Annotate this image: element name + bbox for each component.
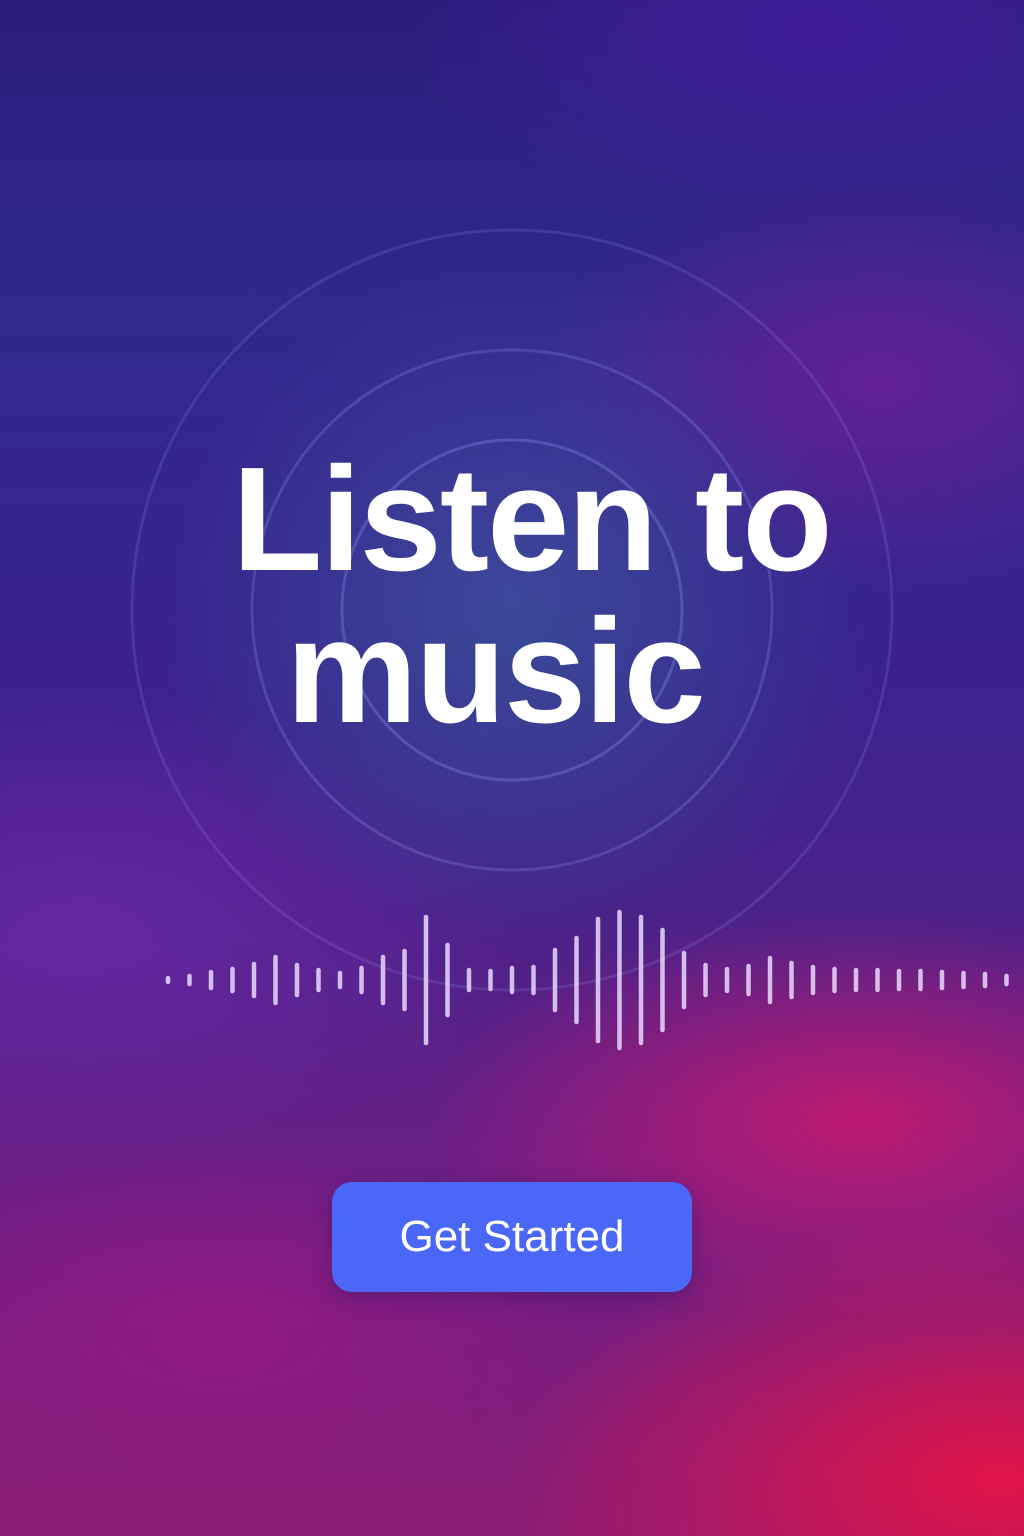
audio-waveform-icon xyxy=(165,909,1009,1051)
get-started-button[interactable]: Get Started xyxy=(332,1182,692,1292)
headline: Listen to music xyxy=(232,444,932,748)
headline-line-1: Listen to xyxy=(232,437,833,602)
headline-line-2: music xyxy=(286,589,706,754)
sound-ripple-rings xyxy=(130,228,894,992)
onboarding-screen: { "headline": { "line1": "Listen to", "l… xyxy=(0,0,1024,1536)
